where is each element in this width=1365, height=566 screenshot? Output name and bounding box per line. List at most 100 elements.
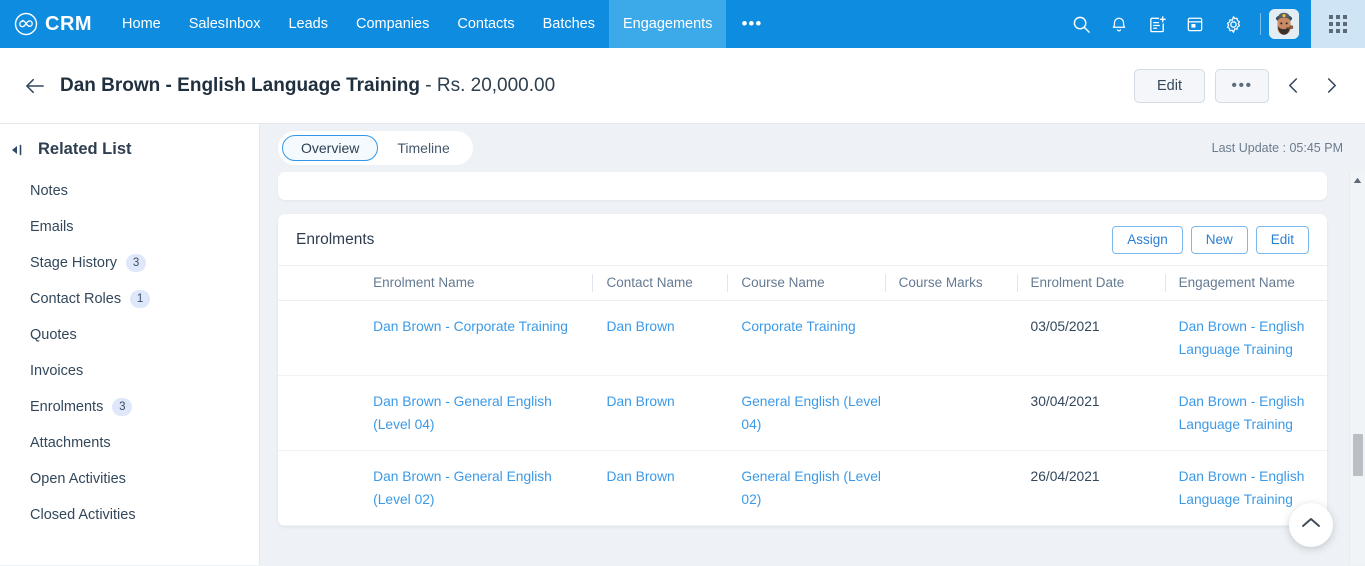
- column-header-course-name[interactable]: Course Name: [727, 266, 885, 301]
- collapse-panel-icon[interactable]: [6, 143, 28, 157]
- sidebar-item-stage-history[interactable]: Stage History 3: [0, 245, 259, 281]
- sidebar-header: Related List: [0, 140, 259, 159]
- previous-section-card: [278, 172, 1327, 200]
- nav-item-companies[interactable]: Companies: [342, 0, 443, 48]
- record-amount: - Rs. 20,000.00: [419, 74, 556, 96]
- nav-more-button[interactable]: •••: [726, 0, 777, 48]
- sidebar-title: Related List: [38, 140, 132, 158]
- sidebar-item-label: Stage History: [30, 255, 118, 271]
- settings-gear-icon[interactable]: [1214, 0, 1252, 48]
- top-nav-actions: [1062, 0, 1311, 48]
- cell-contact-name[interactable]: Dan Brown: [592, 300, 728, 376]
- column-header-contact-name[interactable]: Contact Name: [592, 266, 728, 301]
- sidebar-item-label: Invoices: [30, 363, 84, 379]
- column-header-enrolment-name[interactable]: Enrolment Name: [359, 266, 593, 301]
- cell-contact-name[interactable]: Dan Brown: [592, 450, 728, 526]
- sidebar-item-label: Emails: [30, 219, 74, 235]
- table-row[interactable]: Dan Brown - Corporate Training Dan Brown…: [278, 300, 1327, 376]
- cell-engagement-name[interactable]: Dan Brown - English Language Training: [1164, 375, 1327, 451]
- calendar-icon[interactable]: [1176, 0, 1214, 48]
- select-column-header: [278, 266, 360, 301]
- sidebar-item-quotes[interactable]: Quotes: [0, 317, 259, 353]
- main-content: Overview Timeline Last Update : 05:45 PM…: [260, 124, 1365, 565]
- sidebar-item-open-activities[interactable]: Open Activities: [0, 461, 259, 497]
- avatar[interactable]: [1269, 9, 1299, 39]
- nav-item-engagements[interactable]: Engagements: [608, 0, 727, 48]
- grid-apps-icon[interactable]: [1311, 0, 1365, 48]
- sidebar-item-attachments[interactable]: Attachments: [0, 425, 259, 461]
- scroll-up-arrow-icon[interactable]: [1350, 172, 1365, 188]
- table-row[interactable]: Dan Brown - General English (Level 04) D…: [278, 375, 1327, 451]
- row-select-cell: [278, 450, 360, 526]
- tab-overview[interactable]: Overview: [282, 135, 379, 161]
- nav-item-leads[interactable]: Leads: [274, 0, 342, 48]
- sidebar-item-badge: 1: [130, 290, 151, 308]
- new-button[interactable]: New: [1190, 225, 1248, 254]
- cell-course-name[interactable]: Corporate Training: [727, 300, 885, 376]
- cell-enrolment-date: 03/05/2021: [1016, 300, 1165, 376]
- sidebar-item-emails[interactable]: Emails: [0, 209, 259, 245]
- edit-enrolments-button[interactable]: Edit: [1255, 225, 1309, 254]
- nav-item-salesinbox[interactable]: SalesInbox: [175, 0, 275, 48]
- content-scroll-area: Enrolments Assign New Edit Enrolment Nam…: [260, 172, 1365, 565]
- column-header-course-marks[interactable]: Course Marks: [884, 266, 1017, 301]
- last-update-label: Last Update : 05:45 PM: [1211, 141, 1343, 155]
- sidebar-item-contact-roles[interactable]: Contact Roles 1: [0, 281, 259, 317]
- vertical-scrollbar[interactable]: [1349, 172, 1365, 565]
- sidebar-item-label: Attachments: [30, 435, 111, 451]
- edit-button[interactable]: Edit: [1134, 68, 1205, 103]
- column-header-engagement-name[interactable]: Engagement Name: [1164, 266, 1327, 301]
- more-actions-button[interactable]: •••: [1215, 68, 1269, 103]
- sidebar-item-label: Closed Activities: [30, 507, 136, 523]
- cell-course-name[interactable]: General English (Level 04): [727, 375, 885, 451]
- assign-button[interactable]: Assign: [1112, 225, 1183, 254]
- sidebar-item-enrolments[interactable]: Enrolments 3: [0, 389, 259, 425]
- chevron-right-icon[interactable]: [1317, 69, 1345, 103]
- sidebar-item-closed-activities[interactable]: Closed Activities: [0, 497, 259, 533]
- sidebar-item-badge: 3: [112, 398, 133, 416]
- sidebar-item-label: Contact Roles: [30, 291, 122, 307]
- add-note-icon[interactable]: [1138, 0, 1176, 48]
- cell-course-name[interactable]: General English (Level 02): [727, 450, 885, 526]
- tab-timeline[interactable]: Timeline: [378, 135, 468, 161]
- table-row[interactable]: Dan Brown - General English (Level 02) D…: [278, 450, 1327, 526]
- sidebar-item-label: Quotes: [30, 327, 77, 343]
- back-arrow-icon[interactable]: [18, 69, 52, 103]
- record-title: Dan Brown - English Language Training: [60, 74, 420, 96]
- cell-contact-name[interactable]: Dan Brown: [592, 375, 728, 451]
- brand-label: CRM: [45, 13, 93, 35]
- table-body: Dan Brown - Corporate Training Dan Brown…: [278, 300, 1327, 526]
- search-icon[interactable]: [1062, 0, 1100, 48]
- sidebar-item-label: Notes: [30, 183, 68, 199]
- cell-engagement-name[interactable]: Dan Brown - English Language Training: [1164, 300, 1327, 376]
- cell-enrolment-name[interactable]: Dan Brown - Corporate Training: [359, 300, 593, 376]
- enrolments-actions: Assign New Edit: [1112, 225, 1309, 254]
- cell-enrolment-name[interactable]: Dan Brown - General English (Level 04): [359, 375, 593, 451]
- infinity-logo-icon: [14, 12, 38, 36]
- brand-logo[interactable]: CRM: [0, 0, 108, 48]
- cell-enrolment-name[interactable]: Dan Brown - General English (Level 02): [359, 450, 593, 526]
- nav-item-batches[interactable]: Batches: [529, 0, 609, 48]
- scrollbar-thumb[interactable]: [1353, 434, 1363, 476]
- enrolments-title: Enrolments: [296, 230, 375, 248]
- nav-item-home[interactable]: Home: [108, 0, 175, 48]
- enrolments-card: Enrolments Assign New Edit Enrolment Nam…: [278, 214, 1327, 526]
- cell-enrolment-date: 26/04/2021: [1016, 450, 1165, 526]
- related-list-sidebar: Related List Notes Emails Stage History …: [0, 124, 260, 565]
- top-navigation-bar: CRM Home SalesInbox Leads Companies Cont…: [0, 0, 1365, 48]
- nav-item-contacts[interactable]: Contacts: [443, 0, 528, 48]
- nav-divider: [1260, 13, 1261, 35]
- sidebar-item-label: Enrolments: [30, 399, 104, 415]
- table-header: Enrolment Name Contact Name Course Name …: [278, 266, 1327, 301]
- scroll-to-top-button[interactable]: [1289, 503, 1333, 547]
- sidebar-item-notes[interactable]: Notes: [0, 173, 259, 209]
- primary-nav-items: Home SalesInbox Leads Companies Contacts…: [108, 0, 777, 48]
- tab-group: Overview Timeline: [278, 131, 473, 165]
- record-header: Dan Brown - English Language Training - …: [0, 48, 1365, 124]
- notification-bell-icon[interactable]: [1100, 0, 1138, 48]
- record-header-actions: Edit •••: [1134, 68, 1345, 103]
- page-title: Dan Brown - English Language Training - …: [60, 73, 555, 99]
- column-header-enrolment-date[interactable]: Enrolment Date: [1016, 266, 1165, 301]
- sidebar-item-invoices[interactable]: Invoices: [0, 353, 259, 389]
- chevron-left-icon[interactable]: [1279, 69, 1307, 103]
